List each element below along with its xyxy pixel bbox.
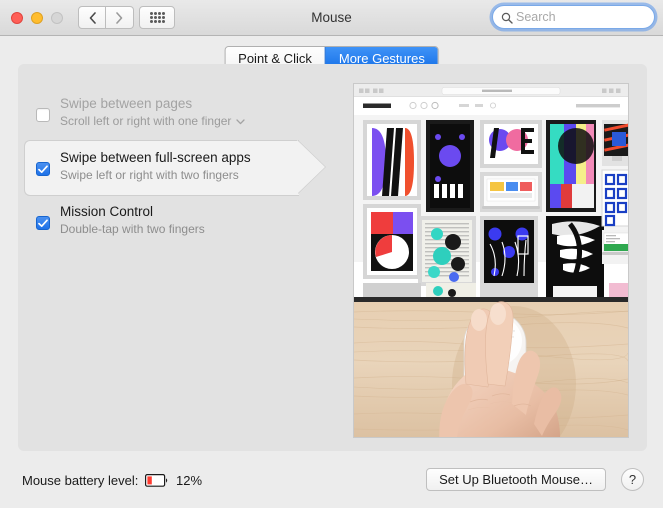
battery-level-label: Mouse battery level: bbox=[22, 473, 139, 488]
battery-percentage: 12% bbox=[176, 473, 203, 488]
checkbox-swipe-between-pages[interactable] bbox=[36, 108, 50, 122]
grid-icon bbox=[149, 12, 165, 23]
gesture-subtitle-row: Swipe left or right with two fingers bbox=[60, 167, 251, 184]
search-input[interactable] bbox=[516, 10, 646, 24]
gesture-text: Swipe between full-screen apps Swipe lef… bbox=[60, 149, 251, 184]
show-all-preferences-button[interactable] bbox=[139, 6, 175, 29]
battery-low-icon bbox=[145, 474, 168, 487]
gesture-title: Mission Control bbox=[60, 204, 154, 219]
checkbox-swipe-between-full-screen-apps[interactable] bbox=[36, 162, 50, 176]
preview-illustration bbox=[354, 84, 628, 437]
traffic-lights bbox=[11, 12, 63, 24]
gesture-text: Mission Control Double-tap with two fing… bbox=[60, 203, 205, 238]
gesture-subtitle: Scroll left or right with one finger bbox=[60, 114, 232, 128]
search-icon bbox=[501, 12, 513, 24]
window-titlebar: Mouse bbox=[0, 0, 663, 36]
set-up-bluetooth-mouse-button[interactable]: Set Up Bluetooth Mouse… bbox=[426, 468, 606, 491]
gesture-row-mission-control[interactable]: Mission Control Double-tap with two fing… bbox=[24, 194, 344, 248]
checkmark-icon bbox=[38, 218, 48, 227]
gesture-subtitle: Double-tap with two fingers bbox=[60, 222, 205, 236]
chevron-right-icon bbox=[116, 11, 123, 24]
back-button[interactable] bbox=[78, 6, 106, 29]
search-field[interactable] bbox=[492, 5, 655, 29]
gesture-text: Swipe between pages Scroll left or right… bbox=[60, 95, 246, 130]
minimize-window-button[interactable] bbox=[31, 12, 43, 24]
zoom-window-button bbox=[51, 12, 63, 24]
gesture-row-swipe-between-full-screen-apps[interactable]: Swipe between full-screen apps Swipe lef… bbox=[24, 140, 344, 196]
checkbox-mission-control[interactable] bbox=[36, 216, 50, 230]
help-button[interactable]: ? bbox=[621, 468, 644, 491]
preferences-panel: Swipe between pages Scroll left or right… bbox=[18, 64, 647, 451]
forward-button[interactable] bbox=[106, 6, 134, 29]
gesture-subtitle: Swipe left or right with two fingers bbox=[60, 168, 239, 182]
gesture-title: Swipe between full-screen apps bbox=[60, 150, 251, 165]
close-window-button[interactable] bbox=[11, 12, 23, 24]
gesture-subtitle-row[interactable]: Scroll left or right with one finger bbox=[60, 113, 246, 130]
gesture-title: Swipe between pages bbox=[60, 96, 193, 111]
gesture-preview-video bbox=[353, 83, 629, 438]
checkmark-icon bbox=[38, 164, 48, 173]
gesture-list: Swipe between pages Scroll left or right… bbox=[24, 86, 344, 248]
chevron-left-icon bbox=[89, 11, 96, 24]
gesture-subtitle-row: Double-tap with two fingers bbox=[60, 221, 205, 238]
navigation-buttons bbox=[78, 6, 134, 29]
gesture-row-swipe-between-pages[interactable]: Swipe between pages Scroll left or right… bbox=[24, 86, 344, 140]
chevron-down-icon[interactable] bbox=[236, 118, 246, 125]
